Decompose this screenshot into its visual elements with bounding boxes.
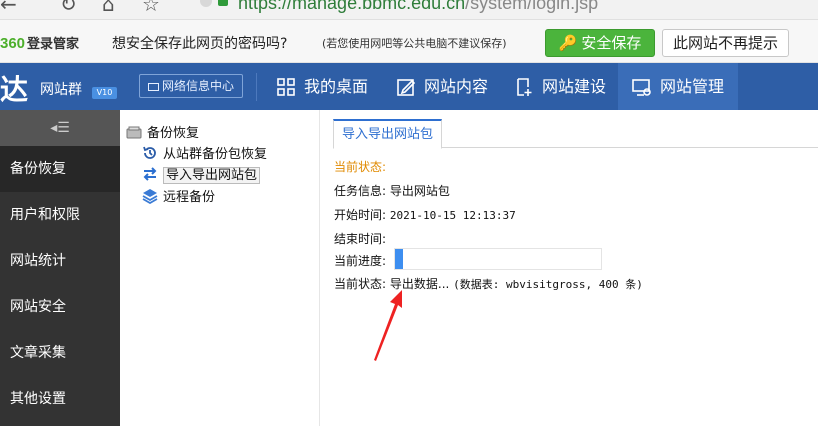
sidebar-toggle-icon[interactable]: ◂☰ bbox=[0, 110, 120, 146]
save-password-bar: 360 登录管家 想安全保存此网页的密码吗? (若您使用网吧等公共电脑不建议保存)… bbox=[0, 20, 818, 63]
nav-my-desktop[interactable]: 我的桌面 bbox=[262, 63, 382, 110]
progress-label: 当前进度: bbox=[334, 254, 387, 268]
sidebar-item-site-stats[interactable]: 网站统计 bbox=[0, 238, 120, 284]
save-password-question: 想安全保存此网页的密码吗? bbox=[112, 36, 288, 52]
main-panel: 导入导出网站包 当前状态: 任务信息: 导出网站包 开始时间: 2021-10-… bbox=[321, 110, 818, 426]
version-badge: V10 bbox=[92, 87, 117, 99]
current-state-detail: (数据表: wbvisitgross, 400 条) bbox=[453, 278, 643, 291]
end-time-row: 结束时间: bbox=[334, 232, 387, 246]
tab-import-export[interactable]: 导入导出网站包 bbox=[333, 119, 443, 149]
sidebar-item-other-settings[interactable]: 其他设置 bbox=[0, 376, 120, 422]
current-state-value: 导出数据... bbox=[389, 277, 450, 291]
tab-bar: 导入导出网站包 bbox=[333, 118, 818, 149]
tree-node-backup-restore[interactable]: 备份恢复 bbox=[126, 122, 199, 141]
grid-icon bbox=[277, 78, 295, 96]
restore-clock-icon bbox=[143, 146, 156, 159]
browser-toolbar: ← ↻ ⌂ ☆ https://manage.bbmc.edu.cn/syste… bbox=[0, 0, 818, 20]
task-info-value: 导出网站包 bbox=[389, 184, 450, 198]
tree-node-import-export[interactable]: 导入导出网站包 bbox=[142, 164, 261, 184]
layers-icon bbox=[142, 189, 158, 205]
tree-node-remote-backup[interactable]: 远程备份 bbox=[142, 186, 215, 205]
nav-site-content[interactable]: 网站内容 bbox=[382, 63, 502, 110]
home-icon[interactable]: ⌂ bbox=[102, 0, 115, 14]
sidebar-item-backup-restore[interactable]: 备份恢复 bbox=[0, 146, 120, 192]
progress-fill bbox=[395, 249, 404, 269]
sidebar-item-article-collect[interactable]: 文章采集 bbox=[0, 330, 120, 376]
swap-arrows-icon bbox=[143, 167, 157, 181]
window-icon bbox=[148, 83, 159, 91]
never-prompt-button[interactable]: 此网站不再提示 bbox=[662, 29, 789, 57]
key-icon: 🔑 bbox=[558, 34, 578, 52]
add-page-icon bbox=[517, 78, 532, 96]
task-info-row: 任务信息: 导出网站包 bbox=[334, 184, 450, 198]
status-heading: 当前状态: bbox=[334, 160, 387, 174]
sidebar-item-users-permissions[interactable]: 用户和权限 bbox=[0, 192, 120, 238]
star-icon[interactable]: ☆ bbox=[142, 0, 160, 14]
info-center-button[interactable]: 网络信息中心 bbox=[139, 74, 243, 98]
tree-node-restore-from-package[interactable]: 从站群备份包恢复 bbox=[142, 143, 267, 162]
progress-bar bbox=[394, 248, 602, 270]
disk-icon bbox=[126, 126, 142, 139]
logo-text: 网站群 bbox=[40, 82, 82, 98]
sidebar: ◂☰ 备份恢复 用户和权限 网站统计 网站安全 文章采集 其他设置 bbox=[0, 110, 120, 426]
brand-360: 360 登录管家 bbox=[0, 35, 80, 52]
edit-icon bbox=[397, 79, 416, 96]
address-bar[interactable]: https://manage.bbmc.edu.cn/system/login.… bbox=[238, 0, 598, 14]
start-time-value: 2021-10-15 12:13:37 bbox=[389, 209, 516, 222]
nav-site-manage[interactable]: 网站管理 bbox=[618, 63, 739, 110]
app-header: 达 网站群 V10 网络信息中心 我的桌面 网站内容 网站建设 网站管理 bbox=[0, 63, 818, 110]
start-time-row: 开始时间: 2021-10-15 12:13:37 bbox=[334, 208, 516, 222]
monitor-gear-icon bbox=[632, 79, 651, 96]
annotation-arrow-icon bbox=[374, 290, 402, 361]
safe-save-button[interactable]: 🔑 安全保存 bbox=[545, 29, 655, 57]
save-password-note: (若您使用网吧等公共电脑不建议保存) bbox=[322, 37, 507, 50]
nav-site-build[interactable]: 网站建设 bbox=[500, 63, 620, 110]
logo: 达 bbox=[0, 73, 29, 106]
site-info-icon[interactable] bbox=[200, 0, 212, 7]
sidebar-item-site-security[interactable]: 网站安全 bbox=[0, 284, 120, 330]
header-divider bbox=[256, 73, 257, 101]
back-arrow-icon[interactable]: ← bbox=[0, 0, 17, 14]
function-tree: 备份恢复 从站群备份包恢复 导入导出网站包 远程备份 bbox=[120, 110, 320, 426]
reload-icon[interactable]: ↻ bbox=[60, 0, 77, 14]
lock-icon bbox=[218, 0, 228, 6]
